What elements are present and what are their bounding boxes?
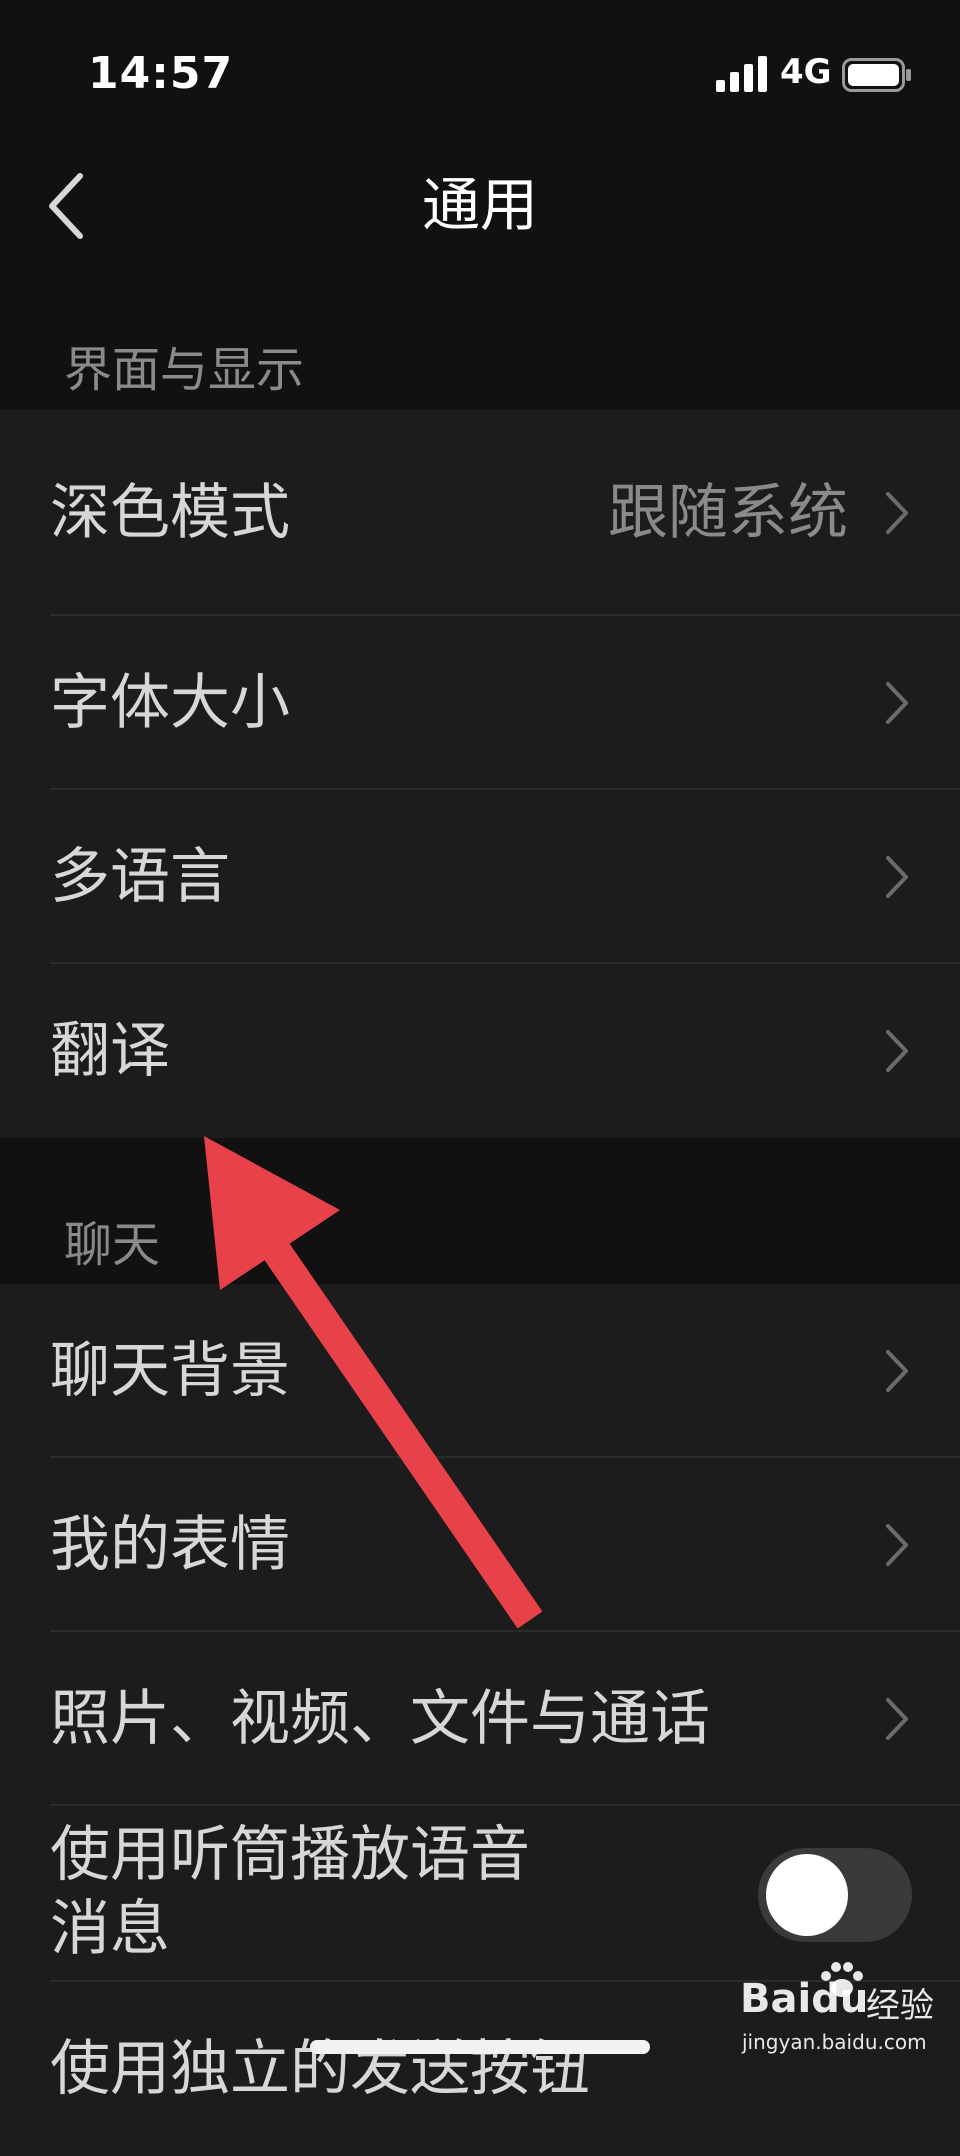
chevron-right-icon [886,856,908,898]
settings-row-dark-mode[interactable]: 深色模式 跟随系统 [0,410,960,616]
row-label: 照片、视频、文件与通话 [50,1684,710,1754]
settings-row-font-size[interactable]: 字体大小 [0,616,960,790]
row-label: 聊天背景 [50,1336,290,1406]
row-label-line1: 使用听筒播放语音 [50,1820,530,1890]
earpiece-voice-toggle[interactable] [758,1848,912,1942]
row-label: 我的表情 [50,1510,290,1580]
home-indicator[interactable] [310,2040,650,2054]
chevron-right-icon [886,1350,908,1392]
settings-group-display: 深色模式 跟随系统 字体大小 多语言 翻译 [0,410,960,1138]
watermark-suffix: 经验 [866,1986,934,2026]
page-title: 通用 [421,171,538,239]
network-type: 4G [780,52,832,92]
row-label: 多语言 [50,842,230,912]
section-header-chat: 聊天 [64,1217,161,1273]
chevron-right-icon [886,1030,908,1072]
status-time: 14:57 [88,48,234,99]
signal-bars-icon [716,56,767,92]
row-label: 深色模式 [50,478,290,548]
settings-row-language[interactable]: 多语言 [0,790,960,964]
section-header-display: 界面与显示 [64,342,305,398]
watermark-url: jingyan.baidu.com [742,2030,927,2054]
settings-row-my-stickers[interactable]: 我的表情 [0,1458,960,1632]
row-value: 跟随系统 [608,478,848,548]
row-label: 字体大小 [50,668,290,738]
baidu-watermark: Baidu 经验 jingyan.baidu.com [730,1960,950,2070]
row-label: 使用听筒播放语音 消息 [50,1818,650,1966]
chevron-right-icon [886,1698,908,1740]
chevron-right-icon [886,682,908,724]
status-bar: 14:57 4G [0,0,960,150]
chevron-right-icon [886,1524,908,1566]
settings-row-media-files-calls[interactable]: 照片、视频、文件与通话 [0,1632,960,1806]
navigation-bar: 通用 [0,150,960,300]
settings-row-chat-background[interactable]: 聊天背景 [0,1284,960,1458]
watermark-brand-left: Bai [740,1976,812,2022]
chevron-right-icon [886,492,908,534]
settings-row-earpiece-voice: 使用听筒播放语音 消息 [0,1806,960,1982]
paw-icon [821,1962,863,1997]
battery-icon [842,58,911,92]
settings-row-translate[interactable]: 翻译 [0,964,960,1138]
toggle-knob [766,1854,848,1936]
row-label: 使用独立的发送按钮 [50,2034,590,2104]
row-label: 翻译 [50,1016,170,1086]
row-label-line2: 消息 [50,1894,170,1964]
